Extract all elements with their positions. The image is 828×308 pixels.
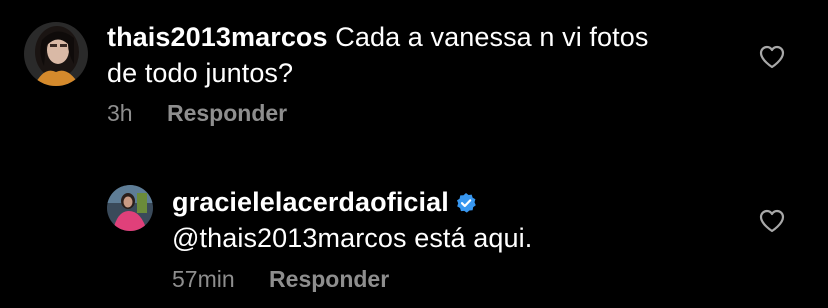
comment-meta: 3h Responder bbox=[107, 99, 287, 127]
reply-button[interactable]: Responder bbox=[269, 265, 389, 293]
heart-outline-icon[interactable] bbox=[759, 209, 785, 233]
comment-timestamp: 3h bbox=[107, 100, 133, 126]
comment-text-continued: de todo juntos? bbox=[107, 58, 294, 88]
comment-thais2013marcos: thais2013marcos Cada a vanessa n vi foto… bbox=[0, 0, 828, 140]
comment-username[interactable]: gracielelacerdaoficial bbox=[172, 187, 449, 217]
comment-gracielelacerdaoficial: gracielelacerdaoficial @thais2013marcos … bbox=[0, 170, 828, 308]
avatar[interactable] bbox=[24, 22, 88, 86]
comment-timestamp: 57min bbox=[172, 266, 235, 292]
comment-text: @thais2013marcos está aqui. bbox=[172, 223, 533, 253]
avatar[interactable] bbox=[107, 185, 153, 231]
verified-badge-icon bbox=[456, 193, 476, 213]
comment-text: Cada a vanessa n vi fotos bbox=[335, 22, 649, 52]
avatar-photo bbox=[24, 22, 88, 86]
comment-text-block: gracielelacerdaoficial @thais2013marcos … bbox=[172, 184, 532, 256]
comment-username[interactable]: thais2013marcos bbox=[107, 22, 328, 52]
avatar-photo bbox=[107, 185, 153, 231]
heart-outline-icon[interactable] bbox=[759, 45, 785, 69]
comment-text-block: thais2013marcos Cada a vanessa n vi foto… bbox=[107, 19, 648, 91]
reply-button[interactable]: Responder bbox=[167, 99, 287, 127]
comment-meta: 57min Responder bbox=[172, 265, 389, 293]
